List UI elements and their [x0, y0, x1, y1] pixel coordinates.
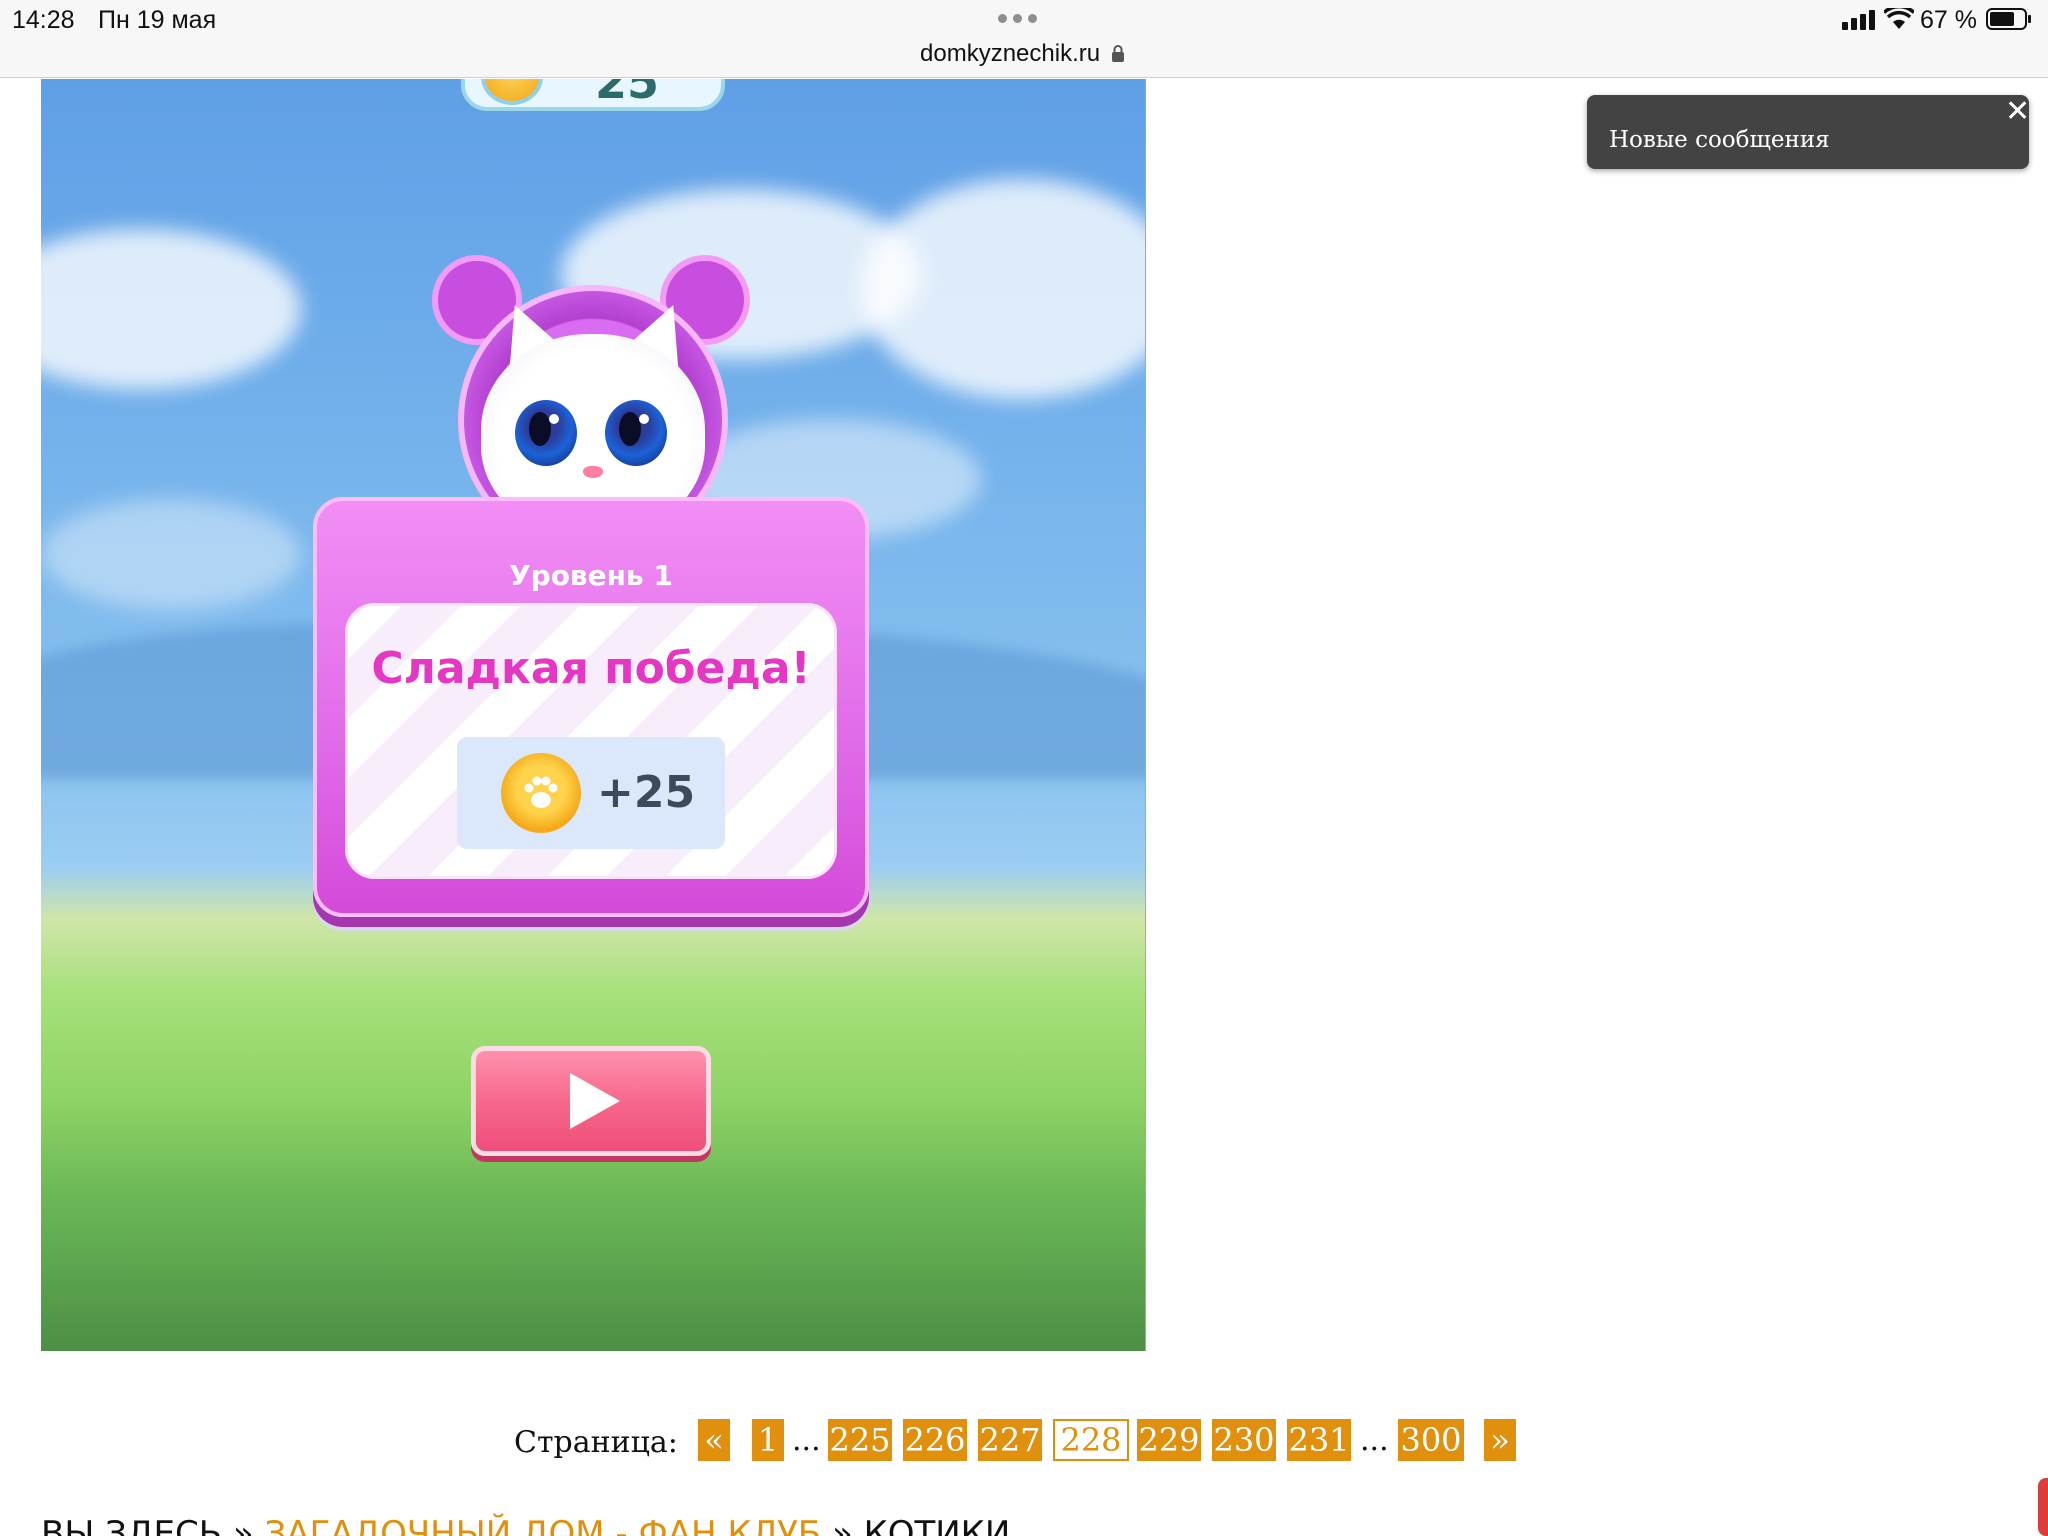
- reward-box: +25: [457, 737, 725, 849]
- coin-icon: [481, 79, 543, 105]
- pagination-page-231[interactable]: 231: [1287, 1419, 1351, 1461]
- side-widget-tab[interactable]: [2038, 1478, 2048, 1536]
- pagination-page-227[interactable]: 227: [978, 1419, 1042, 1461]
- paw-coin-icon: [501, 753, 581, 833]
- breadcrumb-prefix: ВЫ ЗДЕСЬ »: [41, 1514, 265, 1536]
- pagination-page-230[interactable]: 230: [1212, 1419, 1276, 1461]
- paw-icon: [524, 776, 558, 808]
- play-icon: [570, 1073, 620, 1129]
- address-bar-url[interactable]: domkyznechik.ru: [920, 40, 1100, 68]
- cat-eye-right: [605, 400, 667, 466]
- victory-panel: Уровень 1 Сладкая победа! +25: [313, 497, 869, 917]
- level-label: Уровень 1: [509, 559, 673, 592]
- pagination-ellipsis: ...: [1360, 1423, 1389, 1458]
- wifi-icon: [1884, 8, 1914, 29]
- breadcrumb: ВЫ ЗДЕСЬ » ЗАГАДОЧНЫЙ ДОМ - ФАН КЛУБ » К…: [41, 1514, 1010, 1536]
- cellular-signal-icon: [1842, 10, 1875, 30]
- cloud: [41, 229, 301, 389]
- pagination-page-226[interactable]: 226: [903, 1419, 967, 1461]
- pagination-next[interactable]: »: [1484, 1419, 1516, 1461]
- coin-counter: 25: [461, 79, 725, 111]
- play-button[interactable]: [471, 1046, 711, 1156]
- pagination-page-1[interactable]: 1: [752, 1419, 784, 1461]
- battery-percent: 67 %: [1920, 6, 1977, 34]
- cat-eye-left: [515, 400, 577, 466]
- coin-count: 25: [595, 79, 660, 109]
- status-time: 14:28: [12, 6, 75, 34]
- new-messages-toast[interactable]: Новые сообщения ✕: [1587, 95, 2030, 169]
- pagination-label: Страница:: [514, 1425, 678, 1460]
- pagination-ellipsis: ...: [792, 1423, 821, 1458]
- browser-status-bar: 14:28 Пн 19 мая domkyznechik.ru 67 %: [0, 0, 2048, 78]
- status-date: Пн 19 мая: [98, 6, 217, 34]
- reward-amount: +25: [597, 767, 696, 818]
- lock-icon: [1112, 45, 1124, 62]
- cloud: [861, 179, 1145, 399]
- pagination-page-225[interactable]: 225: [828, 1419, 892, 1461]
- victory-card: Сладкая победа! +25: [345, 603, 837, 879]
- pagination-page-300[interactable]: 300: [1398, 1419, 1464, 1461]
- game-screenshot: 25 Уровень 1 Сладкая победа! +25: [41, 79, 1146, 1351]
- cat-nose: [583, 466, 603, 478]
- pagination-page-229[interactable]: 229: [1137, 1419, 1201, 1461]
- breadcrumb-current: » КОТИКИ: [821, 1514, 1011, 1536]
- battery-icon: [1986, 8, 2031, 30]
- pagination-prev[interactable]: «: [698, 1419, 730, 1461]
- more-dots-icon[interactable]: [998, 14, 1037, 23]
- breadcrumb-link[interactable]: ЗАГАДОЧНЫЙ ДОМ - ФАН КЛУБ: [264, 1514, 821, 1536]
- victory-title: Сладкая победа!: [371, 643, 811, 694]
- close-icon[interactable]: ✕: [2005, 97, 2030, 127]
- pagination-page-current: 228: [1053, 1419, 1129, 1461]
- cloud: [41, 499, 301, 609]
- toast-text: Новые сообщения: [1609, 127, 1830, 153]
